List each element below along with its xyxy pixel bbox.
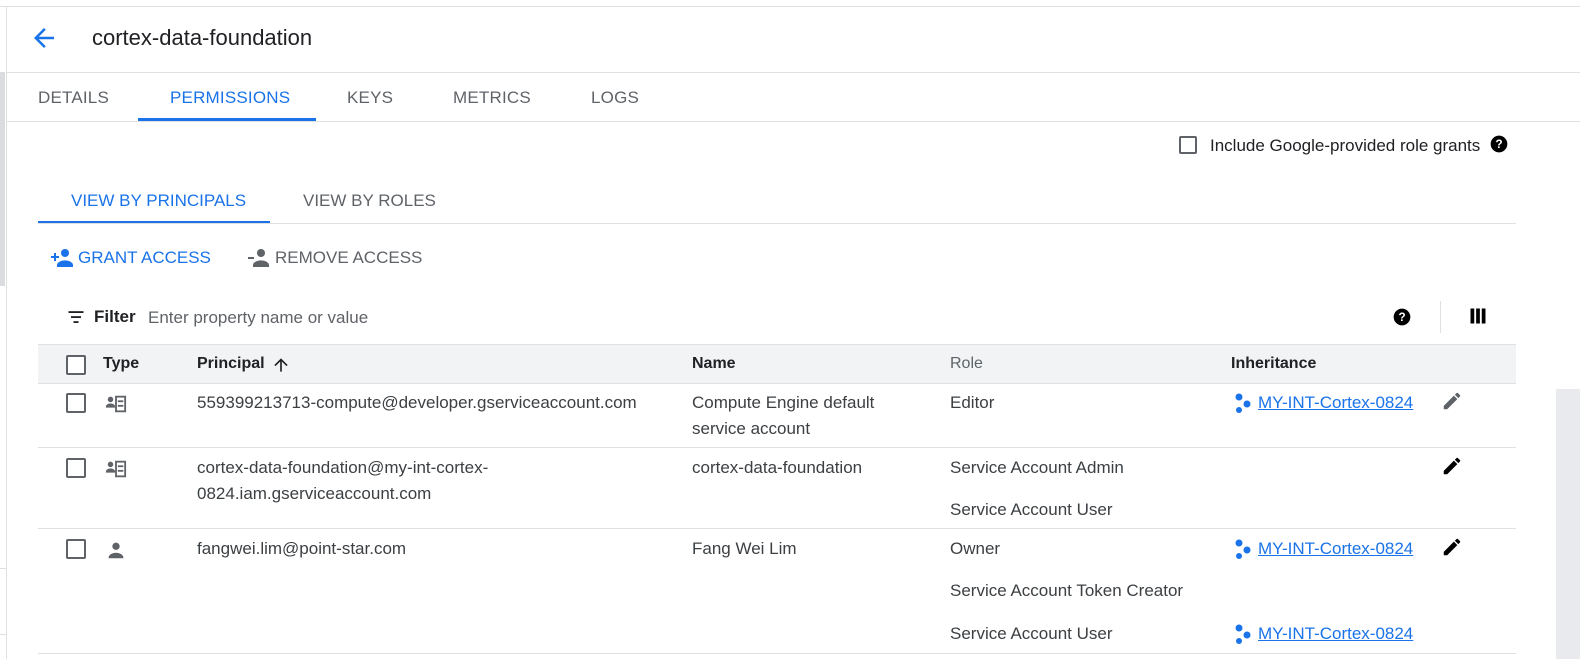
toolbar-divider — [1440, 301, 1441, 333]
row-checkbox[interactable] — [66, 393, 86, 413]
edit-pencil-icon[interactable] — [1441, 390, 1463, 412]
tab-bar: DETAILS PERMISSIONS KEYS METRICS LOGS — [7, 72, 1580, 122]
column-role[interactable]: Role — [950, 355, 983, 373]
column-name[interactable]: Name — [692, 355, 736, 373]
tab-logs[interactable]: LOGS — [591, 88, 639, 108]
table-help-icon[interactable]: ? — [1392, 307, 1412, 327]
include-google-grants-checkbox[interactable] — [1179, 136, 1197, 154]
tab-keys[interactable]: KEYS — [347, 88, 393, 108]
active-subtab-indicator — [38, 221, 270, 223]
tab-view-by-roles[interactable]: VIEW BY ROLES — [303, 191, 436, 211]
row-checkbox[interactable] — [66, 539, 86, 559]
role-label: Service Account Admin — [950, 458, 1124, 477]
select-all-checkbox[interactable] — [66, 355, 86, 375]
principal-name: Compute Engine default service account — [692, 393, 875, 438]
column-inheritance[interactable]: Inheritance — [1231, 355, 1316, 373]
principal-email: fangwei.lim@point-star.com — [197, 539, 407, 558]
role-label: Owner — [950, 539, 1001, 558]
back-arrow-icon[interactable] — [29, 23, 59, 53]
project-hierarchy-icon — [1235, 624, 1251, 644]
principal-name: Fang Wei Lim — [692, 539, 797, 558]
filter-icon — [68, 311, 84, 323]
tab-view-by-principals[interactable]: VIEW BY PRINCIPALS — [71, 191, 246, 211]
active-tab-indicator — [138, 118, 316, 121]
person-remove-icon — [248, 249, 269, 267]
vertical-scrollbar[interactable] — [1556, 389, 1580, 659]
role-label: Editor — [950, 393, 995, 412]
inheritance-project[interactable]: MY-INT-Cortex-0824 — [1258, 390, 1413, 416]
page-header: cortex-data-foundation — [7, 7, 1580, 73]
edit-pencil-icon[interactable] — [1441, 536, 1463, 558]
service-account-icon — [105, 395, 127, 413]
project-hierarchy-icon — [1235, 539, 1251, 559]
help-icon[interactable]: ? — [1489, 134, 1509, 154]
table-row: fangwei.lim@point-star.com Fang Wei Lim … — [38, 529, 1516, 654]
table-row: 559399213713-compute@developer.gservicea… — [38, 383, 1516, 448]
role-label: Service Account User — [950, 624, 1113, 643]
grant-access-label: GRANT ACCESS — [78, 248, 211, 267]
tab-metrics[interactable]: METRICS — [453, 88, 531, 108]
column-display-icon[interactable] — [1468, 306, 1488, 326]
filter-bar: Filter ? — [38, 295, 1516, 343]
column-principal[interactable]: Principal — [197, 355, 265, 373]
tab-permissions[interactable]: PERMISSIONS — [170, 88, 290, 108]
role-label: Service Account User — [950, 500, 1113, 519]
service-account-icon — [105, 460, 127, 478]
inheritance-project[interactable]: MY-INT-Cortex-0824 — [1258, 621, 1413, 647]
edit-pencil-icon[interactable] — [1441, 455, 1463, 477]
filter-label: Filter — [94, 307, 136, 326]
view-toggle: VIEW BY PRINCIPALS VIEW BY ROLES — [38, 176, 1516, 224]
svg-text:?: ? — [1398, 311, 1405, 324]
filter-input[interactable] — [146, 303, 750, 333]
page-title: cortex-data-foundation — [92, 25, 313, 50]
svg-text:?: ? — [1495, 138, 1502, 151]
include-google-grants-label: Include Google-provided role grants — [1210, 136, 1481, 155]
column-type[interactable]: Type — [103, 355, 139, 373]
sort-ascending-icon[interactable] — [271, 355, 291, 375]
left-divider — [0, 634, 6, 635]
tab-details[interactable]: DETAILS — [38, 88, 109, 108]
project-hierarchy-icon — [1235, 393, 1251, 413]
inheritance-project[interactable]: MY-INT-Cortex-0824 — [1258, 536, 1413, 562]
person-icon — [108, 542, 124, 559]
row-checkbox[interactable] — [66, 458, 86, 478]
remove-access-label: REMOVE ACCESS — [275, 248, 423, 267]
table-header: Type Principal Name Role Inheritance — [38, 344, 1516, 384]
person-add-icon — [51, 249, 73, 267]
principal-email: 559399213713-compute@developer.gservicea… — [197, 393, 637, 412]
left-divider — [0, 568, 6, 569]
left-panel-edge — [0, 72, 5, 286]
principal-email: cortex-data-foundation@my-int-cortex-082… — [197, 458, 489, 503]
role-label: Service Account Token Creator — [950, 581, 1184, 600]
principal-name: cortex-data-foundation — [692, 458, 863, 477]
table-row: cortex-data-foundation@my-int-cortex-082… — [38, 448, 1516, 529]
